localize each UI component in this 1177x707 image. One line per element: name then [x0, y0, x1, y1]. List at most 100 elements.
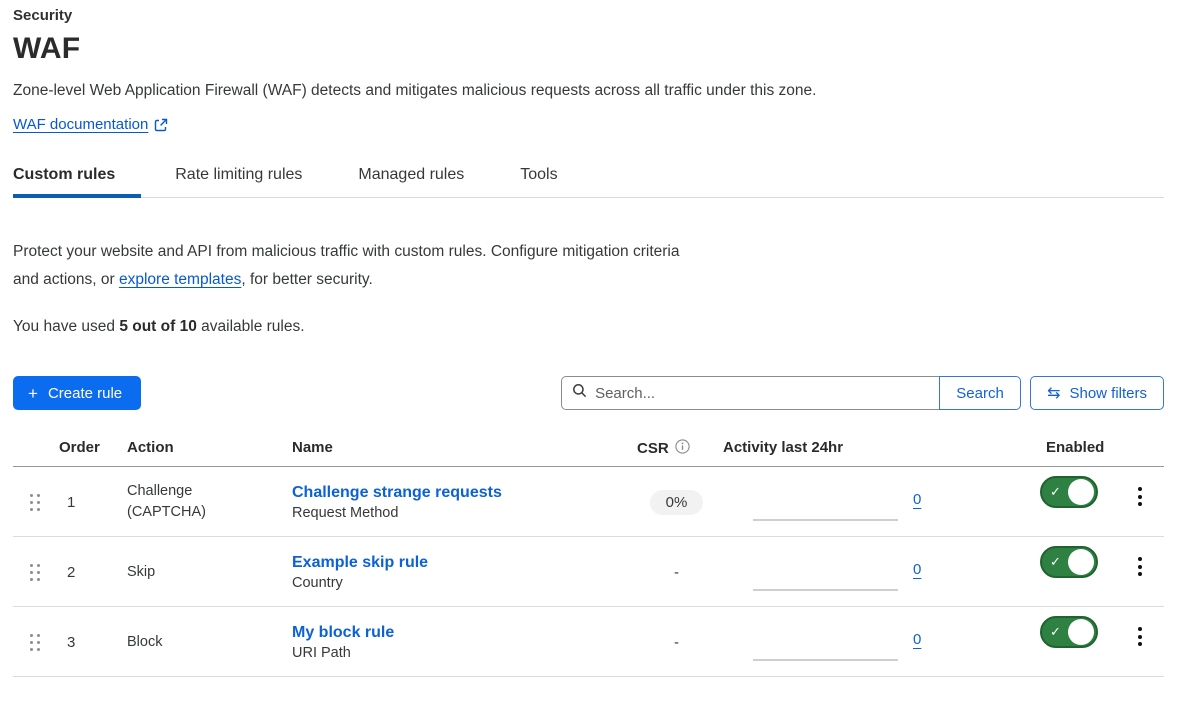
- csr-cell: -: [630, 564, 723, 581]
- activity-count-link[interactable]: 0: [913, 561, 921, 578]
- search-icon: [572, 383, 587, 403]
- header-action: Action: [108, 439, 284, 458]
- tab-rate-limiting-rules[interactable]: Rate limiting rules: [163, 166, 314, 197]
- header-menu-spacer: [1115, 439, 1164, 458]
- create-rule-button[interactable]: + Create rule: [13, 376, 141, 410]
- header-activity: Activity last 24hr: [723, 439, 1035, 458]
- drag-handle[interactable]: [30, 564, 43, 581]
- activity-sparkline: [753, 519, 898, 521]
- check-icon: ✓: [1050, 485, 1061, 500]
- rule-match-field: Country: [292, 575, 630, 591]
- enabled-cell: ✓: [1035, 546, 1115, 578]
- enabled-toggle[interactable]: ✓: [1040, 476, 1098, 508]
- row-menu-button[interactable]: [1132, 553, 1148, 580]
- enabled-toggle[interactable]: ✓: [1040, 546, 1098, 578]
- rule-order: 2: [57, 564, 108, 581]
- waf-documentation-link[interactable]: WAF documentation: [13, 116, 148, 133]
- rules-toolbar: + Create rule Search ⇆ Show fil: [13, 376, 1164, 410]
- rule-name-cell: Example skip rule Country: [284, 554, 630, 591]
- plus-icon: +: [28, 385, 38, 402]
- show-filters-button[interactable]: ⇆ Show filters: [1030, 376, 1164, 410]
- activity-cell: 0: [723, 467, 1035, 537]
- usage-prefix: You have used: [13, 318, 119, 335]
- waf-page: Security WAF Zone-level Web Application …: [0, 0, 1177, 677]
- row-menu-button[interactable]: [1132, 483, 1148, 510]
- activity-sparkline: [753, 589, 898, 591]
- header-order: Order: [57, 439, 108, 458]
- activity-cell: 0: [723, 537, 1035, 607]
- table-row: 1 Challenge (CAPTCHA) Challenge strange …: [13, 467, 1164, 537]
- enabled-cell: ✓: [1035, 616, 1115, 648]
- rule-action: Block: [108, 632, 284, 653]
- explore-templates-link[interactable]: explore templates: [119, 271, 241, 288]
- csr-value: -: [674, 634, 679, 651]
- external-link-icon: [154, 118, 168, 132]
- drag-handle[interactable]: [30, 494, 43, 511]
- header-drag-spacer: [13, 439, 57, 458]
- menu-cell: [1132, 623, 1148, 650]
- menu-cell: [1132, 483, 1148, 510]
- rule-name-cell: Challenge strange requests Request Metho…: [284, 484, 630, 521]
- waf-tabs: Custom rules Rate limiting rules Managed r…: [13, 166, 1164, 198]
- usage-suffix: available rules.: [197, 318, 305, 335]
- rule-name-link[interactable]: Challenge strange requests: [292, 484, 502, 502]
- csr-value: -: [674, 564, 679, 581]
- drag-handle[interactable]: [30, 634, 43, 651]
- rule-order: 3: [57, 634, 108, 651]
- check-icon: ✓: [1050, 555, 1061, 570]
- header-enabled: Enabled: [1035, 439, 1115, 458]
- intro-text: Protect your website and API from malici…: [13, 238, 693, 294]
- tab-managed-rules[interactable]: Managed rules: [346, 166, 476, 197]
- activity-count-link[interactable]: 0: [913, 631, 921, 648]
- drag-cell: [13, 634, 57, 651]
- rule-order: 1: [57, 494, 108, 511]
- activity-count-link[interactable]: 0: [913, 491, 921, 508]
- rules-table-body: 1 Challenge (CAPTCHA) Challenge strange …: [13, 467, 1164, 677]
- intro-after: , for better security.: [241, 271, 373, 288]
- csr-cell: -: [630, 634, 723, 651]
- drag-cell: [13, 494, 57, 511]
- page-title: WAF: [13, 31, 1164, 67]
- search-button[interactable]: Search: [939, 376, 1021, 410]
- tab-custom-rules[interactable]: Custom rules: [13, 166, 141, 197]
- page-description: Zone-level Web Application Firewall (WAF…: [13, 82, 1164, 100]
- header-csr: CSR: [630, 439, 723, 458]
- row-menu-button[interactable]: [1132, 623, 1148, 650]
- usage-count: 5 out of 10: [119, 318, 197, 335]
- enabled-toggle[interactable]: ✓: [1040, 616, 1098, 648]
- rule-action: Challenge (CAPTCHA): [108, 481, 284, 523]
- csr-cell: 0%: [630, 490, 723, 515]
- search-input-wrap: [561, 376, 939, 410]
- header-name: Name: [284, 439, 630, 458]
- search-group: Search: [561, 376, 1021, 410]
- rule-match-field: URI Path: [292, 645, 630, 661]
- create-rule-label: Create rule: [48, 385, 122, 402]
- rules-table-header: Order Action Name CSR Activity last 24hr…: [13, 439, 1164, 467]
- rule-match-field: Request Method: [292, 505, 630, 521]
- toggle-knob: [1068, 619, 1094, 645]
- swap-arrows-icon: ⇆: [1047, 385, 1060, 401]
- search-area: Search ⇆ Show filters: [561, 376, 1164, 410]
- table-row: 2 Skip Example skip rule Country - 0 ✓: [13, 537, 1164, 607]
- drag-cell: [13, 564, 57, 581]
- breadcrumb-security: Security: [13, 7, 1164, 24]
- rule-name-link[interactable]: Example skip rule: [292, 554, 428, 572]
- activity-cell: 0: [723, 607, 1035, 677]
- show-filters-label: Show filters: [1069, 385, 1147, 402]
- rules-usage-text: You have used 5 out of 10 available rule…: [13, 318, 1164, 336]
- info-icon[interactable]: [675, 439, 690, 458]
- toggle-knob: [1068, 479, 1094, 505]
- check-icon: ✓: [1050, 625, 1061, 640]
- menu-cell: [1132, 553, 1148, 580]
- rule-name-link[interactable]: My block rule: [292, 624, 394, 642]
- search-input[interactable]: [595, 385, 929, 402]
- rule-action: Skip: [108, 562, 284, 583]
- tab-tools[interactable]: Tools: [508, 166, 569, 197]
- csr-value: 0%: [650, 490, 704, 515]
- toggle-knob: [1068, 549, 1094, 575]
- header-csr-label: CSR: [637, 440, 669, 457]
- rule-name-cell: My block rule URI Path: [284, 624, 630, 661]
- table-row: 3 Block My block rule URI Path - 0 ✓: [13, 607, 1164, 677]
- enabled-cell: ✓: [1035, 476, 1115, 508]
- doc-link-row: WAF documentation: [13, 116, 1164, 133]
